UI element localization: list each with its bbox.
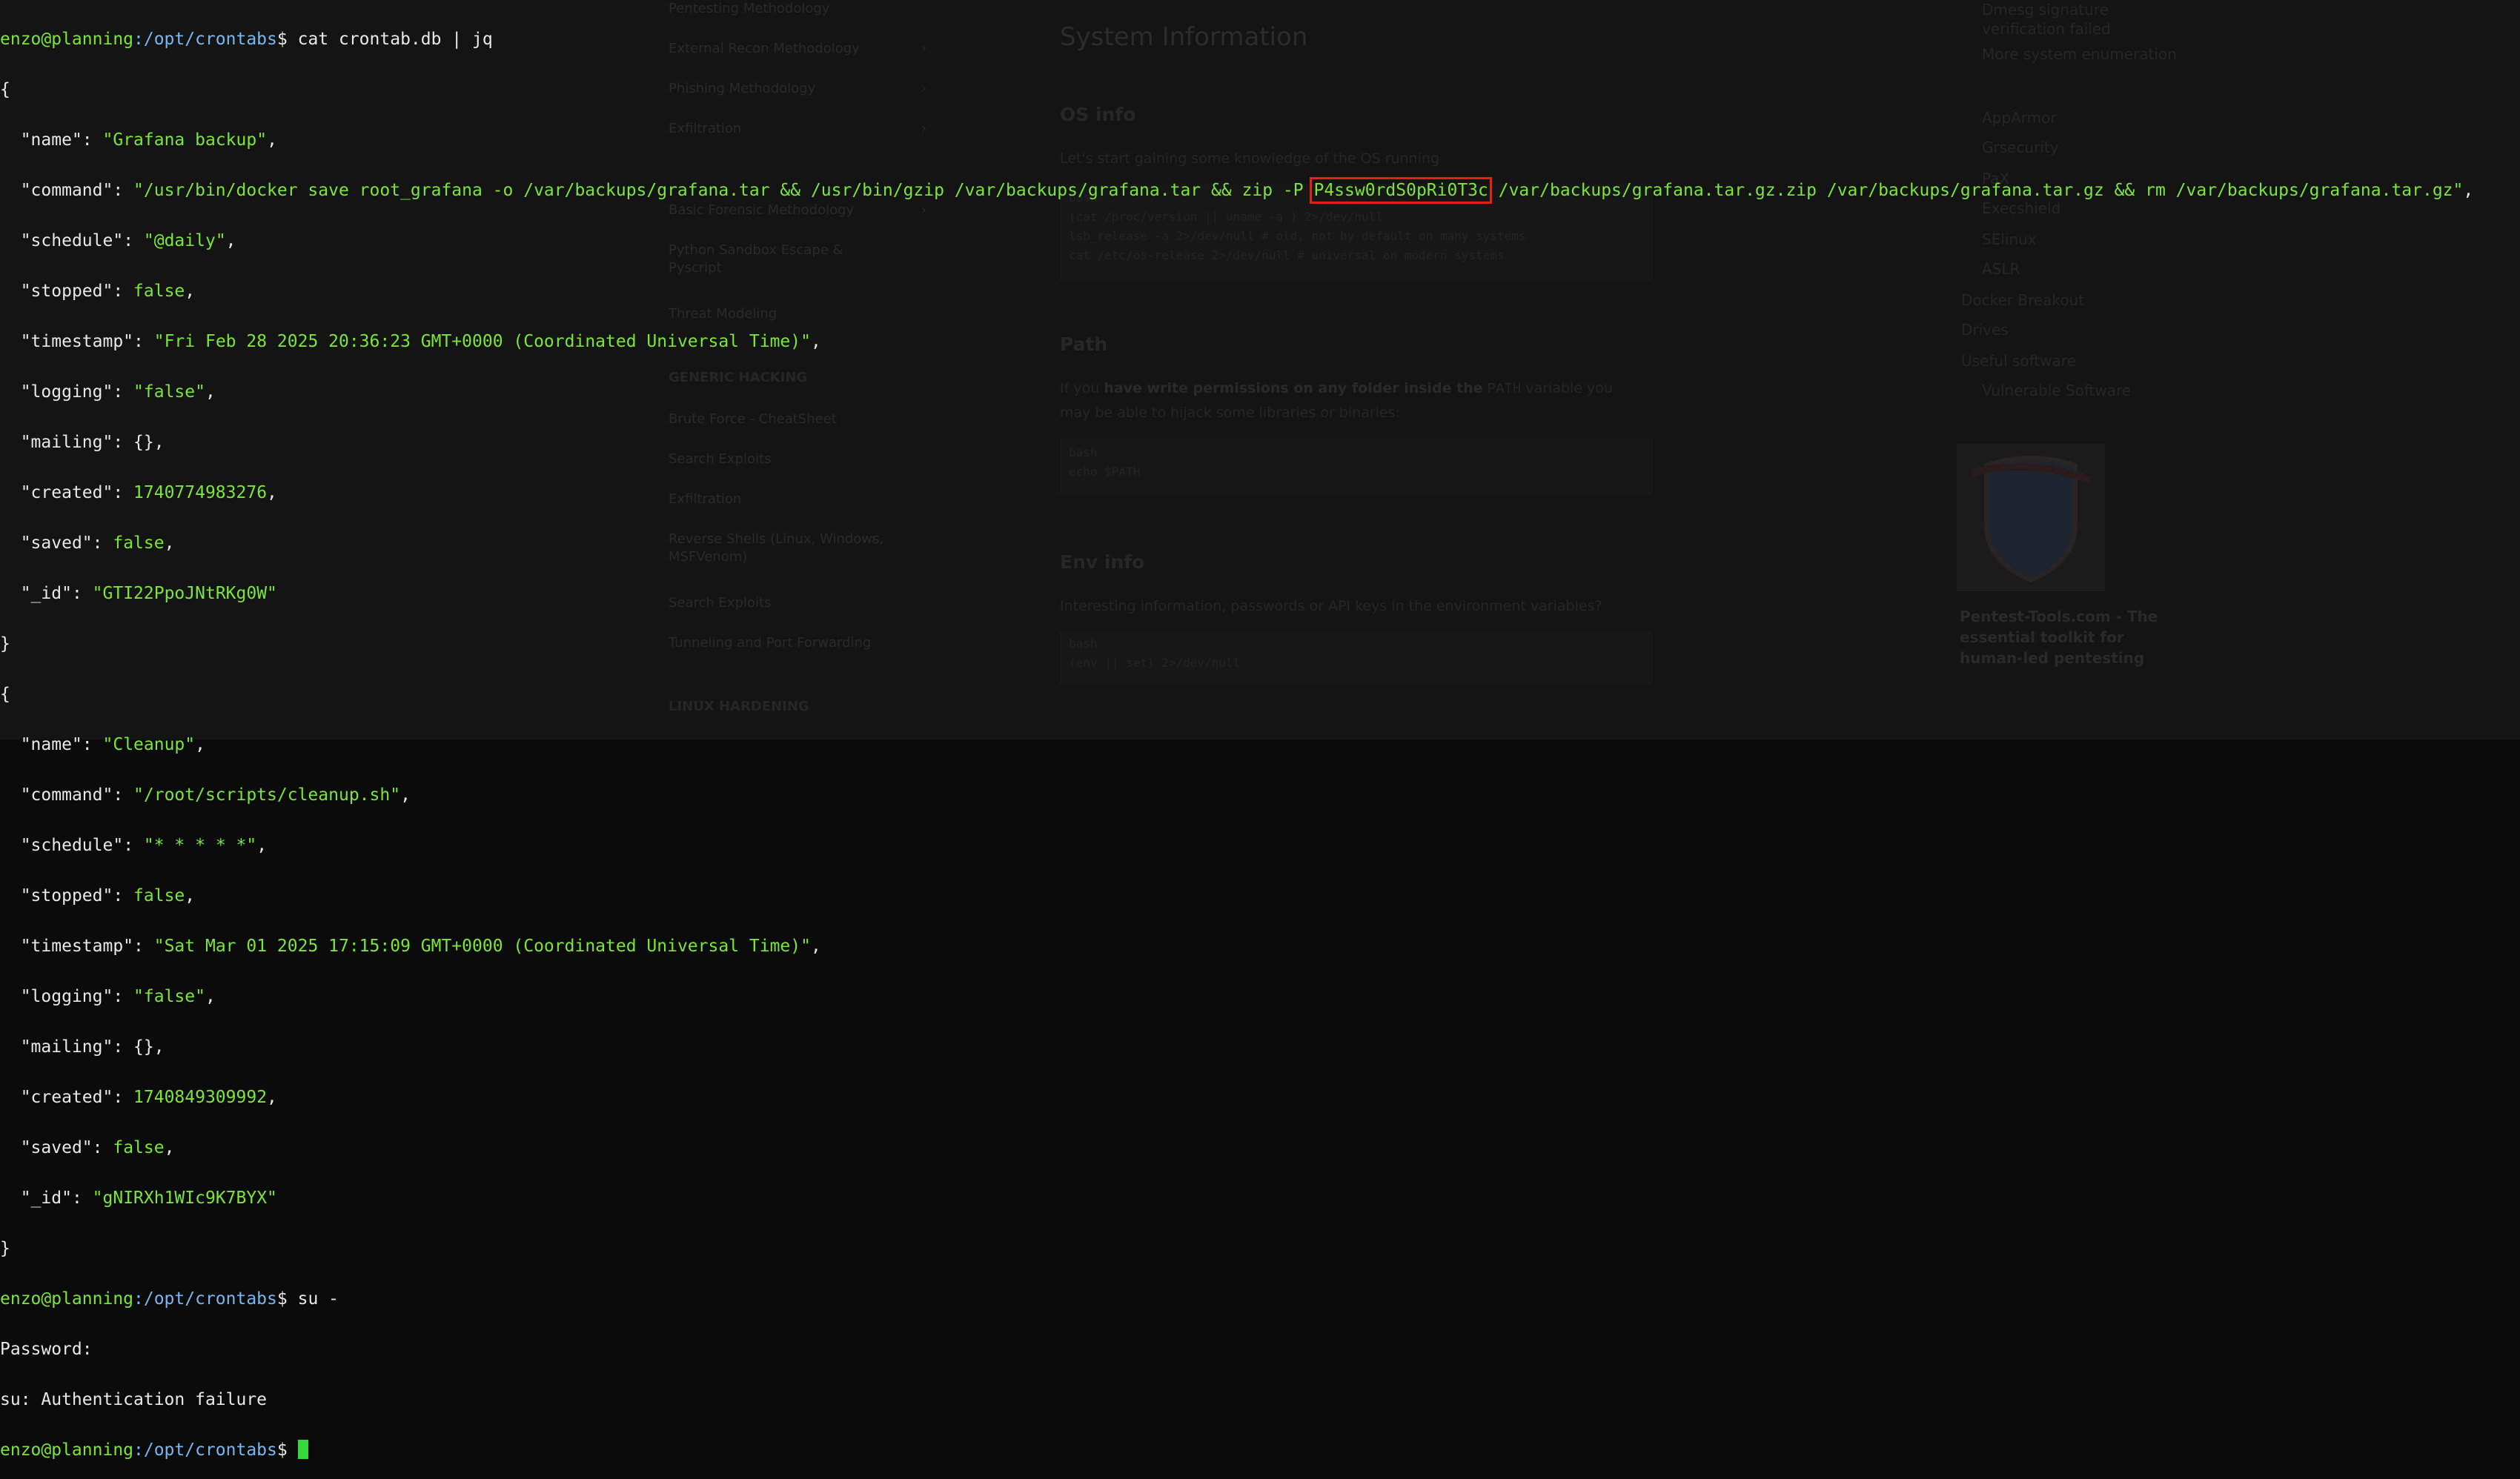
- json-field-schedule: "schedule": "* * * * *",: [20, 836, 268, 855]
- json-field-command: "command": "/root/scripts/cleanup.sh",: [20, 785, 411, 805]
- json-field-created: "created": 1740849309992,: [20, 1088, 277, 1107]
- auth-failure-message: su: Authentication failure: [0, 1390, 268, 1409]
- terminal-line-prompt[interactable]: enzo@planning:/opt/crontabs$: [0, 1438, 2520, 1463]
- json-field-id: "_id": "GTI22PpoJNtRKg0W": [20, 584, 277, 603]
- json-field-name: "name": "Grafana backup",: [20, 130, 277, 150]
- terminal-output[interactable]: enzo@planning:/opt/crontabs$ cat crontab…: [0, 0, 2520, 1460]
- json-field-timestamp: "timestamp": "Sat Mar 01 2025 17:15:09 G…: [20, 937, 821, 956]
- terminal-line-prompt: enzo@planning:/opt/crontabs$ su -: [0, 1289, 339, 1309]
- json-field-stopped: "stopped": false,: [20, 282, 196, 301]
- leaked-password-highlight: P4ssw0rdS0pRi0T3c: [1310, 177, 1492, 204]
- prompt-user: enzo@planning: [0, 1440, 134, 1460]
- json-field-timestamp: "timestamp": "Fri Feb 28 2025 20:36:23 G…: [20, 332, 821, 351]
- json-field-logging: "logging": "false",: [20, 987, 216, 1006]
- prompt-path: :/opt/crontabs: [133, 30, 277, 49]
- command-text: cat crontab.db | jq: [297, 30, 493, 49]
- prompt-user: enzo@planning: [0, 1289, 134, 1309]
- prompt-user: enzo@planning: [0, 30, 134, 49]
- json-field-mailing: "mailing": {},: [20, 433, 165, 452]
- prompt-path: :/opt/crontabs: [133, 1440, 277, 1460]
- command-text: su -: [297, 1289, 339, 1309]
- password-prompt: Password:: [0, 1340, 93, 1359]
- terminal-cursor[interactable]: [297, 1440, 308, 1459]
- json-field-schedule: "schedule": "@daily",: [20, 231, 236, 250]
- json-field-stopped: "stopped": false,: [20, 886, 196, 905]
- json-field-created: "created": 1740774983276,: [20, 483, 277, 502]
- json-field-saved: "saved": false,: [20, 534, 175, 553]
- json-field-mailing: "mailing": {},: [20, 1037, 165, 1057]
- terminal-line-prompt: enzo@planning:/opt/crontabs$ cat crontab…: [0, 30, 493, 49]
- json-field-saved: "saved": false,: [20, 1138, 175, 1157]
- prompt-path: :/opt/crontabs: [133, 1289, 277, 1309]
- json-field-command: "command": "/usr/bin/docker save root_gr…: [20, 177, 2474, 204]
- json-field-logging: "logging": "false",: [20, 382, 216, 402]
- json-field-name: "name": "Cleanup",: [20, 735, 205, 754]
- json-field-id: "_id": "gNIRXh1WIc9K7BYX": [20, 1189, 277, 1208]
